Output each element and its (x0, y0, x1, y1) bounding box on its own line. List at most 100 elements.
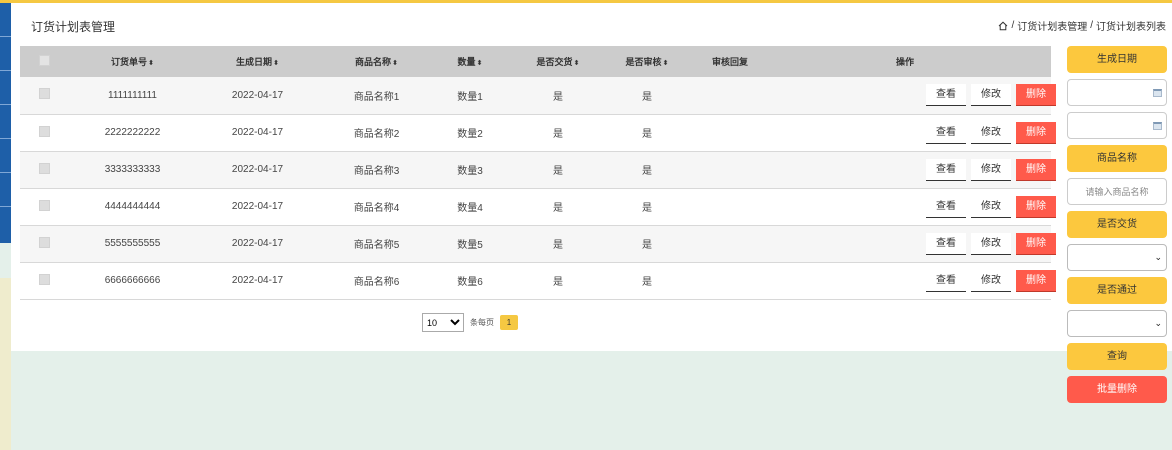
cell-audit-reply (683, 188, 777, 225)
cell-date: 2022-04-17 (231, 164, 284, 175)
sort-icon[interactable]: ⬍ (574, 60, 580, 67)
row-checkbox[interactable] (38, 273, 50, 285)
sort-icon[interactable]: ⬍ (392, 60, 398, 67)
cell-audit-reply (683, 114, 777, 151)
calendar-icon[interactable] (1153, 122, 1162, 130)
view-button[interactable]: 查看 (926, 195, 966, 218)
cell-date: 2022-04-17 (231, 89, 284, 101)
edit-button[interactable]: 修改 (971, 84, 1011, 107)
row-checkbox[interactable] (38, 236, 50, 248)
table-header-row: 订货单号⬍ 生成日期⬍ 商品名称⬍ 数量⬍ 是否交货⬍ 是否审核⬍ 审核回复 操… (20, 46, 1051, 77)
date-to-input[interactable] (1067, 112, 1167, 139)
sort-icon[interactable]: ⬍ (663, 60, 669, 67)
cell-audited: 是 (642, 166, 652, 177)
side-nav-segment[interactable] (0, 105, 11, 139)
cell-order-code: 3333333333 (104, 164, 161, 175)
row-select[interactable] (20, 77, 68, 114)
pagination: 10 条每页 1 (422, 313, 518, 332)
side-nav-segment[interactable] (0, 173, 11, 207)
view-button[interactable]: 查看 (926, 158, 966, 181)
cell-product-name: 商品名称4 (353, 203, 400, 214)
cell-actions: 查看 修改 删除 (777, 114, 1056, 151)
cell-product-name: 商品名称1 (353, 91, 400, 103)
view-button[interactable]: 查看 (926, 232, 966, 255)
delete-button[interactable]: 删除 (1016, 158, 1056, 181)
sort-icon[interactable]: ⬍ (273, 60, 279, 67)
side-nav-segment[interactable] (0, 139, 11, 173)
header-quantity[interactable]: 数量⬍ (435, 46, 505, 77)
view-button[interactable]: 查看 (926, 121, 966, 144)
side-nav-segment[interactable] (0, 37, 11, 71)
header-order-code[interactable]: 订货单号⬍ (68, 46, 197, 77)
edit-button[interactable]: 修改 (971, 158, 1011, 181)
row-select[interactable] (20, 225, 68, 262)
header-product-name[interactable]: 商品名称⬍ (318, 46, 435, 77)
row-select[interactable] (20, 188, 68, 225)
table-row: 2222222222 2022-04-17 商品名称2 数量2 是 是 查看 修改 删除 (20, 114, 1056, 151)
sort-icon[interactable]: ⬍ (148, 60, 154, 67)
delivered-select[interactable]: ⌄ (1067, 244, 1167, 271)
breadcrumb: / 订货计划表管理 / 订货计划表列表 (998, 18, 1166, 33)
search-button[interactable]: 查询 (1067, 343, 1167, 370)
home-icon[interactable] (998, 21, 1008, 31)
cell-quantity: 数量3 (457, 166, 483, 177)
date-from-input[interactable] (1067, 79, 1167, 106)
delete-button[interactable]: 删除 (1016, 121, 1056, 144)
cell-audited: 是 (642, 277, 652, 288)
cell-audited: 是 (642, 129, 652, 140)
row-checkbox[interactable] (38, 88, 50, 100)
cell-audit-reply (683, 77, 777, 114)
cell-quantity: 数量4 (457, 203, 483, 214)
chevron-down-icon: ⌄ (1154, 252, 1162, 262)
row-select[interactable] (20, 151, 68, 188)
view-button[interactable]: 查看 (926, 84, 966, 107)
view-button[interactable]: 查看 (926, 269, 966, 292)
side-nav-segment[interactable] (0, 3, 11, 37)
row-select[interactable] (20, 114, 68, 151)
batch-delete-button[interactable]: 批量删除 (1067, 376, 1167, 403)
cell-order-code: 2222222222 (104, 127, 161, 138)
cell-product-name: 商品名称6 (353, 277, 400, 288)
header-audited[interactable]: 是否审核⬍ (611, 46, 683, 77)
edit-button[interactable]: 修改 (971, 232, 1011, 255)
row-checkbox[interactable] (38, 199, 50, 211)
row-checkbox[interactable] (38, 162, 50, 174)
table-row: 3333333333 2022-04-17 商品名称3 数量3 是 是 查看 修改 删除 (20, 151, 1056, 188)
delete-button[interactable]: 删除 (1016, 84, 1056, 107)
delivered-filter-label: 是否交货 (1067, 211, 1167, 238)
header-date[interactable]: 生成日期⬍ (197, 46, 318, 77)
cell-quantity: 数量5 (457, 240, 483, 251)
edit-button[interactable]: 修改 (971, 195, 1011, 218)
header-label: 商品名称 (355, 57, 392, 67)
side-nav-collapsed[interactable] (0, 3, 11, 243)
cell-date: 2022-04-17 (231, 127, 284, 138)
breadcrumb-item[interactable]: 订货计划表管理 (1017, 18, 1087, 33)
select-all-checkbox[interactable] (38, 55, 50, 66)
side-nav-segment[interactable] (0, 71, 11, 105)
page-size-select[interactable]: 10 (422, 313, 464, 332)
delete-button[interactable]: 删除 (1016, 195, 1056, 218)
edit-button[interactable]: 修改 (971, 121, 1011, 144)
page-number-current[interactable]: 1 (500, 315, 518, 330)
cell-quantity: 数量2 (457, 129, 483, 140)
sort-icon[interactable]: ⬍ (477, 60, 483, 67)
passed-select[interactable]: ⌄ (1067, 310, 1167, 337)
row-select[interactable] (20, 262, 68, 299)
cell-audited: 是 (642, 240, 652, 251)
delete-button[interactable]: 删除 (1016, 232, 1056, 255)
cell-audit-reply (683, 225, 777, 262)
calendar-icon[interactable] (1153, 89, 1162, 97)
content-panel: 订货计划表管理 / 订货计划表管理 / 订货计划表列表 订货单号⬍ 生成日期⬍ … (11, 3, 1172, 351)
delete-button[interactable]: 删除 (1016, 269, 1056, 292)
cell-order-code: 1111111111 (108, 89, 157, 101)
header-delivered[interactable]: 是否交货⬍ (505, 46, 611, 77)
page-title: 订货计划表管理 (31, 20, 116, 34)
product-name-filter-label: 商品名称 (1067, 145, 1167, 172)
cell-quantity: 数量1 (457, 91, 483, 103)
header-select-all[interactable] (20, 46, 68, 77)
table-row: 1111111111 2022-04-17 商品名称1 数量1 是 是 查看 修改 删除 (20, 77, 1056, 114)
row-checkbox[interactable] (38, 125, 50, 137)
header-label: 是否审核 (625, 57, 662, 67)
edit-button[interactable]: 修改 (971, 269, 1011, 292)
product-name-input[interactable]: 请输入商品名称 (1067, 178, 1167, 205)
